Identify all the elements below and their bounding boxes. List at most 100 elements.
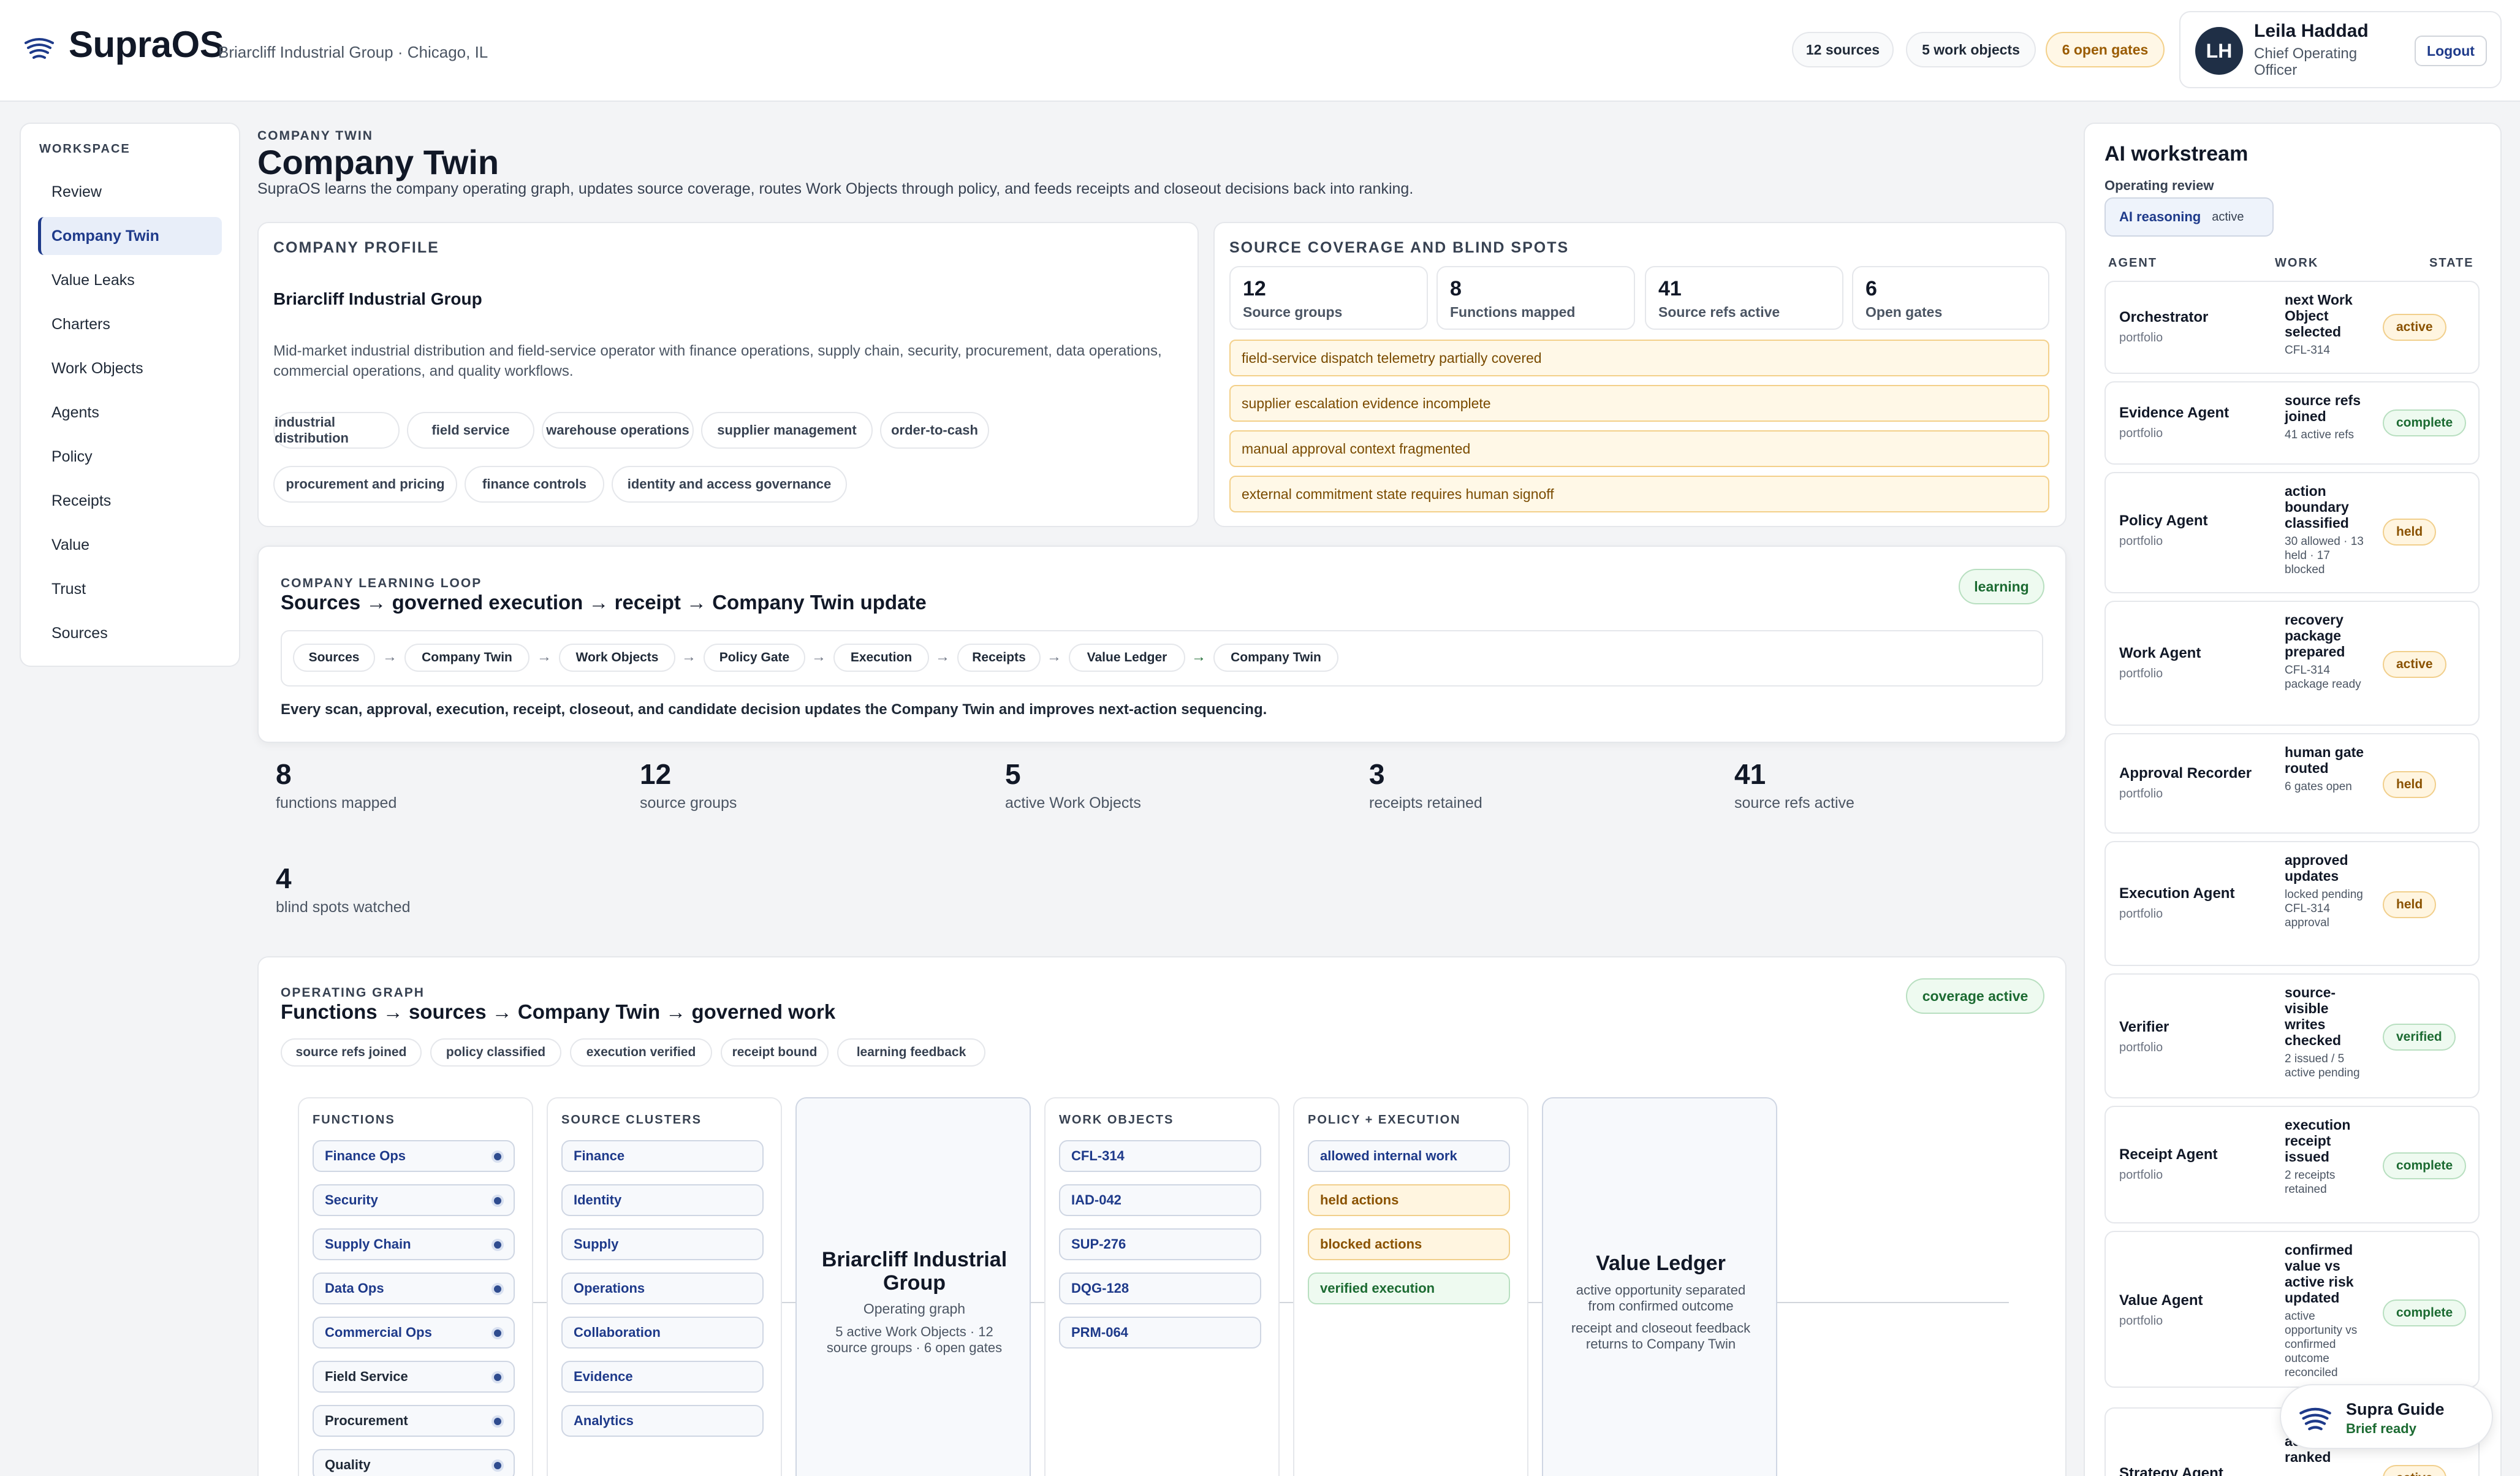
flow-node-work-objects[interactable]: Work Objects	[559, 644, 675, 672]
sidebar-item-value-leaks[interactable]: Value Leaks	[38, 261, 222, 299]
flow-arrow: →	[1191, 649, 1206, 665]
sidebar-item-trust[interactable]: Trust	[38, 570, 222, 608]
tag-chip[interactable]: finance controls	[465, 466, 604, 503]
tag-chip[interactable]: identity and access governance	[612, 466, 847, 503]
sidebar-item-sources[interactable]: Sources	[38, 614, 222, 652]
work-object-node[interactable]: SUP-276	[1059, 1228, 1261, 1260]
sidebar-item-company-twin[interactable]: Company Twin	[38, 217, 222, 255]
agent-row-verifier[interactable]: Verifier portfolio source-visible writes…	[2104, 973, 2480, 1098]
source-cluster-node[interactable]: Identity	[561, 1184, 764, 1216]
function-node[interactable]: Finance Ops	[313, 1140, 515, 1172]
tag-chip[interactable]: supplier management	[701, 412, 873, 449]
open-gates-pill[interactable]: 6 open gates	[2046, 32, 2165, 67]
status-dot-icon	[491, 1195, 504, 1207]
function-node[interactable]: Supply Chain	[313, 1228, 515, 1260]
work-object-node[interactable]: DQG-128	[1059, 1272, 1261, 1304]
function-node[interactable]: Field Service	[313, 1361, 515, 1393]
work-object-node[interactable]: IAD-042	[1059, 1184, 1261, 1216]
function-node[interactable]: Procurement	[313, 1405, 515, 1437]
supra-guide-button[interactable]: Supra Guide Brief ready	[2280, 1384, 2493, 1449]
source-cluster-node[interactable]: Supply	[561, 1228, 764, 1260]
agent-row-receipt[interactable]: Receipt Agent portfolio execution receip…	[2104, 1106, 2480, 1223]
function-node[interactable]: Quality	[313, 1449, 515, 1476]
source-cluster-node[interactable]: Analytics	[561, 1405, 764, 1437]
agent-row-evidence[interactable]: Evidence Agent portfolio source refs joi…	[2104, 381, 2480, 465]
stat-label: Functions mapped	[1450, 304, 1576, 320]
agent-row-value[interactable]: Value Agent portfolio confirmed value vs…	[2104, 1231, 2480, 1388]
source-cluster-node[interactable]: Evidence	[561, 1361, 764, 1393]
sources-count-pill[interactable]: 12 sources	[1792, 32, 1894, 67]
logout-button[interactable]: Logout	[2415, 36, 2487, 66]
agent-row-policy[interactable]: Policy Agent portfolio action boundary c…	[2104, 472, 2480, 593]
state-badge: active	[2383, 314, 2446, 341]
function-node[interactable]: Commercial Ops	[313, 1317, 515, 1349]
graph-pill[interactable]: policy classified	[430, 1038, 561, 1067]
metric-value: 3	[1369, 758, 1385, 790]
brand-name[interactable]: SupraOS	[69, 23, 224, 66]
work-objects-count-pill[interactable]: 5 work objects	[1906, 32, 2036, 67]
sidebar-item-work-objects[interactable]: Work Objects	[38, 349, 222, 387]
sidebar-item-value[interactable]: Value	[38, 526, 222, 564]
graph-pill[interactable]: learning feedback	[837, 1038, 985, 1067]
policy-node-blocked[interactable]: blocked actions	[1308, 1228, 1510, 1260]
flow-node-policy-gate[interactable]: Policy Gate	[704, 644, 805, 672]
sidebar-item-agents[interactable]: Agents	[38, 394, 222, 432]
flow-node-execution[interactable]: Execution	[833, 644, 929, 672]
work-object-node[interactable]: CFL-314	[1059, 1140, 1261, 1172]
ai-reasoning-toggle[interactable]: AI reasoning active	[2104, 197, 2274, 237]
status-dot-icon	[491, 1239, 504, 1251]
blind-spot-item[interactable]: field-service dispatch telemetry partial…	[1229, 340, 2049, 376]
function-node[interactable]: Security	[313, 1184, 515, 1216]
flow-node-sources[interactable]: Sources	[293, 644, 375, 672]
graph-pill[interactable]: source refs joined	[281, 1038, 422, 1067]
sidebar-item-policy[interactable]: Policy	[38, 438, 222, 476]
metric-receipts-retained: 3 receipts retained	[1369, 758, 1482, 812]
agent-name: Work Agent	[2119, 645, 2201, 661]
col-state-header: STATE	[2429, 256, 2474, 270]
agent-row-work[interactable]: Work Agent portfolio recovery package pr…	[2104, 601, 2480, 726]
supra-logo-icon[interactable]	[23, 32, 55, 64]
source-cluster-node[interactable]: Operations	[561, 1272, 764, 1304]
agent-row-orchestrator[interactable]: Orchestrator portfolio next Work Object …	[2104, 281, 2480, 374]
tag-chip[interactable]: field service	[407, 412, 534, 449]
tag-chip[interactable]: order-to-cash	[880, 412, 989, 449]
agent-scope: portfolio	[2119, 1168, 2163, 1182]
blind-spot-item[interactable]: supplier escalation evidence incomplete	[1229, 385, 2049, 422]
company-twin-node[interactable]: Briarcliff Industrial Group Operating gr…	[795, 1097, 1031, 1476]
value-ledger-node[interactable]: Value Ledger active opportunity separate…	[1542, 1097, 1777, 1476]
work-object-node[interactable]: PRM-064	[1059, 1317, 1261, 1349]
graph-pill[interactable]: execution verified	[570, 1038, 712, 1067]
agent-scope: portfolio	[2119, 534, 2163, 548]
tag-chip[interactable]: procurement and pricing	[273, 466, 457, 503]
state-badge: held	[2383, 891, 2437, 918]
policy-node-allowed[interactable]: allowed internal work	[1308, 1140, 1510, 1172]
agent-row-approval-recorder[interactable]: Approval Recorder portfolio human gate r…	[2104, 733, 2480, 834]
policy-execution-column: POLICY + EXECUTION allowed internal work…	[1293, 1097, 1528, 1476]
agent-row-execution[interactable]: Execution Agent portfolio approved updat…	[2104, 841, 2480, 966]
sidebar-item-review[interactable]: Review	[38, 173, 222, 211]
policy-node-held[interactable]: held actions	[1308, 1184, 1510, 1216]
agent-work-title: action boundary classified	[2285, 483, 2349, 531]
function-label: Data Ops	[325, 1280, 384, 1296]
agent-work: source refs joined 41 active refs	[2285, 392, 2370, 442]
flow-node-company-twin-return[interactable]: Company Twin	[1213, 644, 1338, 672]
graph-pill[interactable]: receipt bound	[721, 1038, 829, 1067]
tag-chip[interactable]: warehouse operations	[542, 412, 694, 449]
flow-node-value-ledger[interactable]: Value Ledger	[1069, 644, 1185, 672]
sidebar-item-charters[interactable]: Charters	[38, 305, 222, 343]
twin-detail: 5 active Work Objects · 12 source groups…	[826, 1324, 1003, 1355]
blind-spot-item[interactable]: external commitment state requires human…	[1229, 476, 2049, 512]
flow-node-company-twin[interactable]: Company Twin	[404, 644, 529, 672]
state-badge: verified	[2383, 1024, 2456, 1051]
blind-spot-item[interactable]: manual approval context fragmented	[1229, 430, 2049, 467]
function-node[interactable]: Data Ops	[313, 1272, 515, 1304]
flow-node-receipts[interactable]: Receipts	[957, 644, 1041, 672]
tag-chip[interactable]: industrial distribution	[273, 412, 400, 449]
sidebar-item-receipts[interactable]: Receipts	[38, 482, 222, 520]
source-cluster-node[interactable]: Collaboration	[561, 1317, 764, 1349]
stat-label: Source groups	[1243, 304, 1343, 320]
state-badge: complete	[2383, 1152, 2467, 1179]
policy-node-verified[interactable]: verified execution	[1308, 1272, 1510, 1304]
agent-work: confirmed value vs active risk updated ac…	[2285, 1242, 2370, 1380]
source-cluster-node[interactable]: Finance	[561, 1140, 764, 1172]
